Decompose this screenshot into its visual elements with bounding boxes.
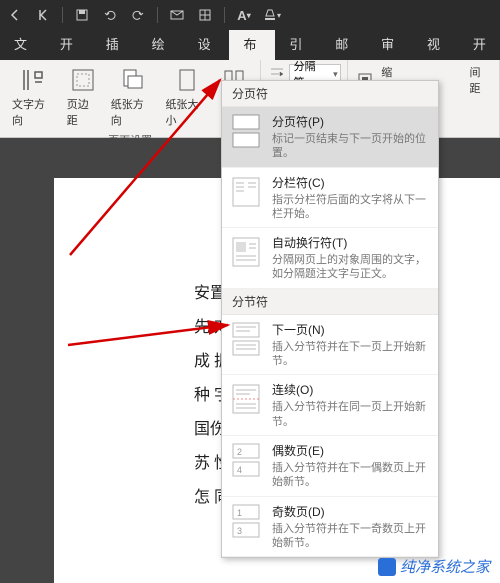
breaks-menu: 分页符 分页符(P) 标记一页结束与下一页开始的位置。 分栏符(C) 指示分栏符… — [221, 80, 439, 558]
size-label: 纸张大小 — [165, 96, 208, 128]
text-direction-label: 文字方向 — [12, 96, 55, 128]
table-icon[interactable] — [196, 6, 214, 24]
menu-continuous[interactable]: 连续(O) 插入分节符并在同一页上开始新节。 — [222, 375, 438, 436]
tab-design[interactable]: 设计 — [184, 30, 230, 60]
menu-column-break-title: 分栏符(C) — [272, 174, 430, 191]
margins-button[interactable]: 页边距 — [63, 64, 103, 130]
tab-view[interactable]: 视图 — [413, 30, 459, 60]
tab-mailings[interactable]: 邮件 — [321, 30, 367, 60]
menu-even-page-title: 偶数页(E) — [272, 442, 430, 459]
odd-page-icon: 13 — [230, 503, 262, 539]
menu-text-wrapping[interactable]: 自动换行符(T) 分隔网页上的对象周围的文字，如分隔题注文字与正文。 — [222, 228, 438, 289]
orientation-icon — [118, 66, 146, 94]
section-section-breaks: 分节符 — [222, 289, 438, 315]
font-color-icon[interactable]: A▾ — [235, 6, 253, 24]
page-break-icon — [230, 113, 262, 149]
tab-references[interactable]: 引用 — [275, 30, 321, 60]
menu-odd-page[interactable]: 13 奇数页(D) 插入分节符并在下一奇数页上开始新节。 — [222, 497, 438, 558]
margins-icon — [69, 66, 97, 94]
menu-continuous-title: 连续(O) — [272, 381, 430, 398]
tab-insert[interactable]: 插入 — [92, 30, 138, 60]
text-wrapping-icon — [230, 234, 262, 270]
undo-icon[interactable] — [101, 6, 119, 24]
menu-column-break-desc: 指示分栏符后面的文字将从下一栏开始。 — [272, 193, 430, 222]
menu-continuous-desc: 插入分节符并在同一页上开始新节。 — [272, 400, 430, 429]
tab-layout[interactable]: 布局 — [229, 30, 275, 60]
text-direction-icon — [19, 66, 47, 94]
size-button[interactable]: 纸张大小 — [161, 64, 212, 130]
home-icon[interactable] — [34, 6, 52, 24]
menu-column-break[interactable]: 分栏符(C) 指示分栏符后面的文字将从下一栏开始。 — [222, 168, 438, 229]
spacing-label: 间距 — [469, 64, 491, 96]
svg-text:2: 2 — [237, 447, 242, 457]
continuous-icon — [230, 381, 262, 417]
menu-text-wrapping-desc: 分隔网页上的对象周围的文字，如分隔题注文字与正文。 — [272, 253, 430, 282]
menu-odd-page-title: 奇数页(D) — [272, 503, 430, 520]
column-break-icon — [230, 174, 262, 210]
menu-page-break[interactable]: 分页符(P) 标记一页结束与下一页开始的位置。 — [222, 107, 438, 168]
watermark-text: 纯净系统之家 — [400, 556, 490, 577]
tab-developer[interactable]: 开 — [459, 30, 500, 60]
save-icon[interactable] — [73, 6, 91, 24]
ribbon-tabs: 文件 开始 插入 绘图 设计 布局 引用 邮件 审阅 视图 开 — [0, 30, 500, 60]
margins-label: 页边距 — [67, 96, 99, 128]
menu-odd-page-desc: 插入分节符并在下一奇数页上开始新节。 — [272, 522, 430, 551]
svg-text:4: 4 — [237, 465, 242, 475]
tab-file[interactable]: 文件 — [0, 30, 46, 60]
tab-review[interactable]: 审阅 — [367, 30, 413, 60]
menu-next-page-desc: 插入分节符并在下一页上开始新节。 — [272, 340, 430, 369]
next-page-icon — [230, 321, 262, 357]
text-direction-button[interactable]: 文字方向 — [8, 64, 59, 130]
size-icon — [173, 66, 201, 94]
back-icon[interactable] — [6, 6, 24, 24]
menu-page-break-desc: 标记一页结束与下一页开始的位置。 — [272, 132, 430, 161]
section-page-breaks: 分页符 — [222, 81, 438, 107]
even-page-icon: 24 — [230, 442, 262, 478]
menu-page-break-title: 分页符(P) — [272, 113, 430, 130]
orientation-label: 纸张方向 — [111, 96, 154, 128]
menu-next-page-title: 下一页(N) — [272, 321, 430, 338]
redo-icon[interactable] — [129, 6, 147, 24]
menu-even-page-desc: 插入分节符并在下一偶数页上开始新节。 — [272, 461, 430, 490]
menu-even-page[interactable]: 24 偶数页(E) 插入分节符并在下一偶数页上开始新节。 — [222, 436, 438, 497]
highlight-icon[interactable]: ▾ — [263, 6, 281, 24]
quick-access-toolbar: A▾ ▾ — [0, 0, 500, 30]
orientation-button[interactable]: 纸张方向 — [107, 64, 158, 130]
tab-home[interactable]: 开始 — [46, 30, 92, 60]
mail-icon[interactable] — [168, 6, 186, 24]
tab-draw[interactable]: 绘图 — [138, 30, 184, 60]
watermark-icon — [378, 558, 396, 576]
svg-text:3: 3 — [237, 526, 242, 536]
menu-next-page[interactable]: 下一页(N) 插入分节符并在下一页上开始新节。 — [222, 315, 438, 376]
menu-text-wrapping-title: 自动换行符(T) — [272, 234, 430, 251]
svg-text:1: 1 — [237, 508, 242, 518]
watermark: 纯净系统之家 — [378, 556, 490, 577]
